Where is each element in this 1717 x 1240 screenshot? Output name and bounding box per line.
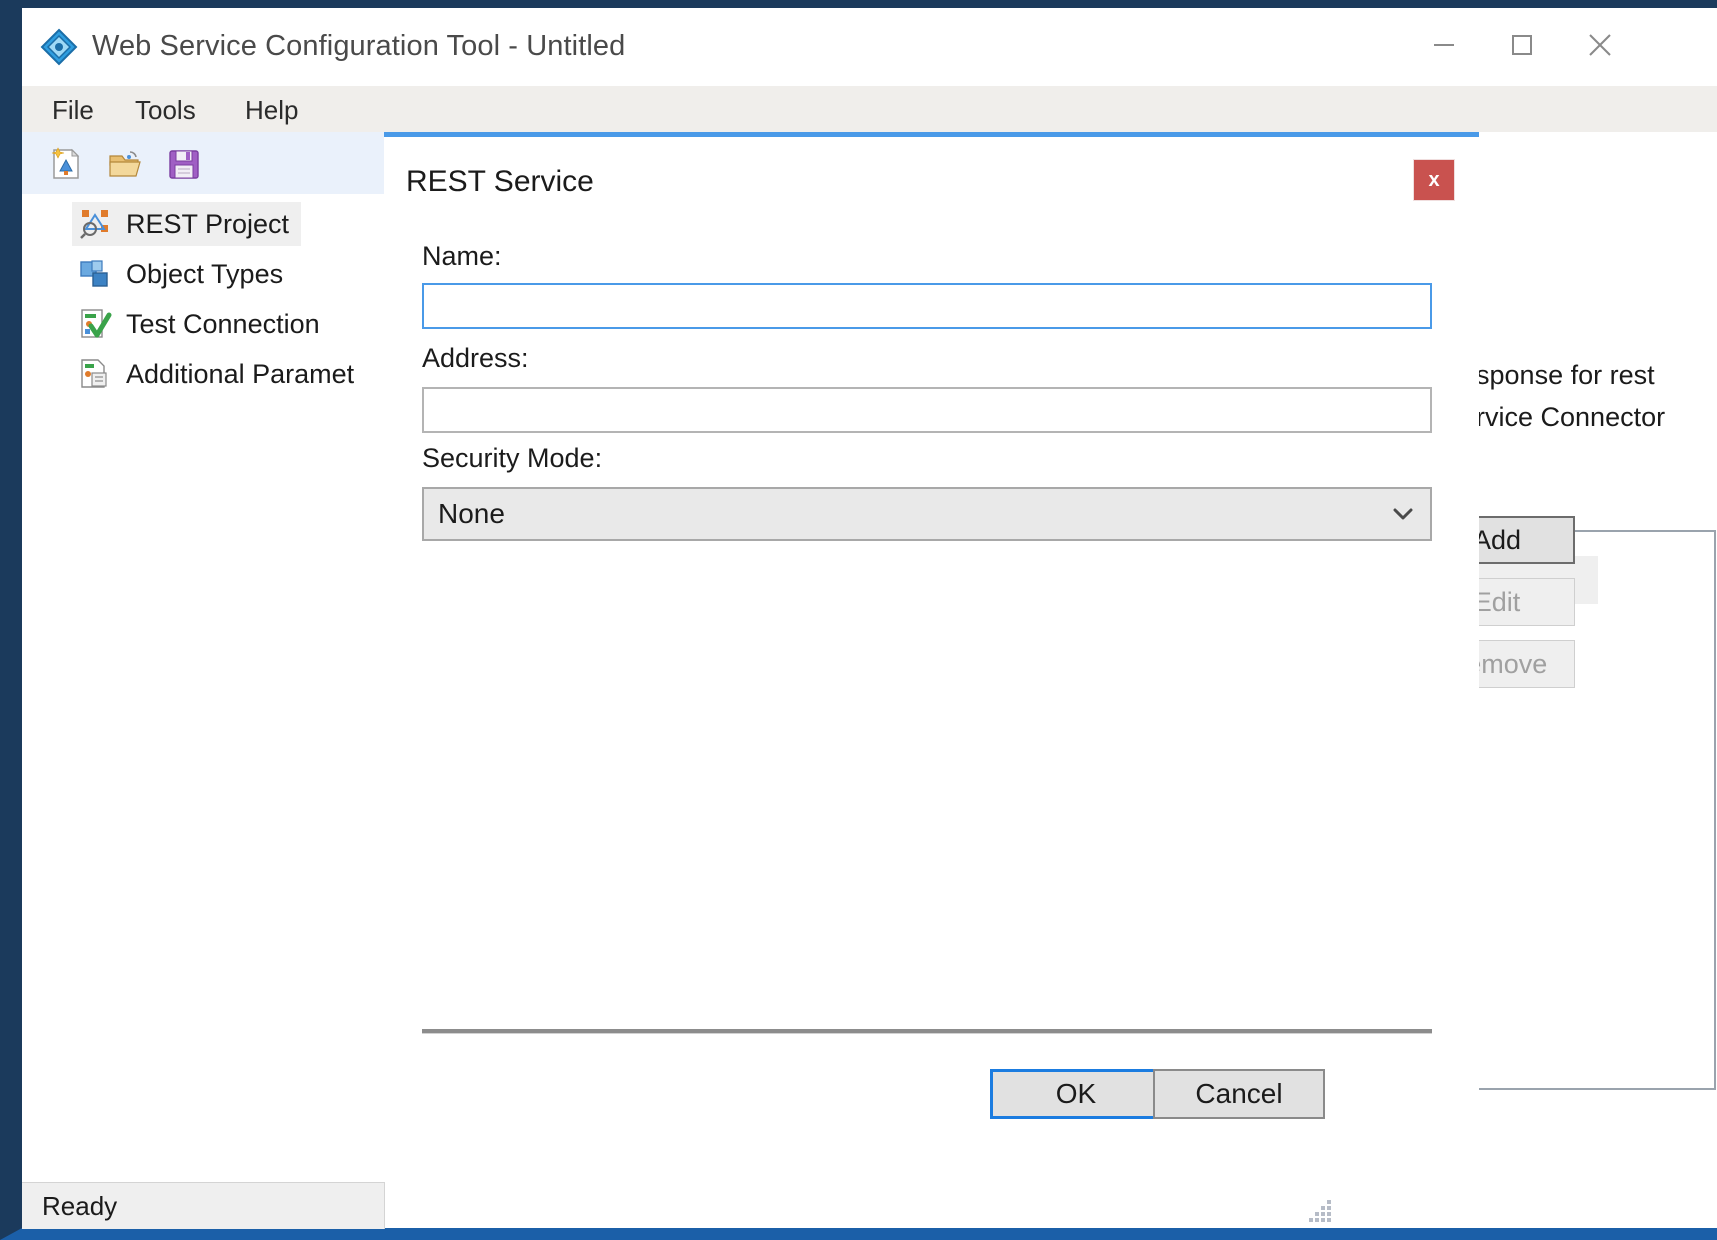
security-mode-select[interactable]: None xyxy=(422,487,1432,541)
object-types-icon xyxy=(78,257,112,291)
dialog-separator xyxy=(422,1029,1432,1034)
status-bar: Ready xyxy=(22,1182,1717,1229)
save-floppy-icon xyxy=(164,150,204,188)
sidebar-item-rest-project[interactable]: REST Project xyxy=(72,202,302,246)
rest-service-dialog: REST Service x Name: Address: Security M… xyxy=(384,132,1479,1212)
sidebar-tree: REST Project Object Types Test Connectio… xyxy=(22,194,384,1202)
additional-parameters-icon xyxy=(78,357,112,391)
title-bar: Web Service Configuration Tool - Untitle… xyxy=(22,8,1717,87)
minimize-icon xyxy=(1431,32,1457,63)
resize-grip[interactable] xyxy=(1309,1198,1335,1224)
menu-bar: File Tools Help xyxy=(22,86,1717,132)
background-description: esponse for rest ervice Connector xyxy=(1461,354,1717,438)
sidebar-item-label: Additional Paramet xyxy=(126,358,355,389)
menu-item-tools[interactable]: Tools xyxy=(127,93,204,128)
dialog-title: REST Service xyxy=(406,165,594,198)
sidebar-item-label: Object Types xyxy=(126,258,284,289)
menu-item-help[interactable]: Help xyxy=(237,93,306,128)
status-panel: Ready xyxy=(22,1182,385,1229)
sidebar-item-additional-parameters[interactable]: Additional Paramet xyxy=(72,352,366,396)
sidebar-item-test-connection[interactable]: Test Connection xyxy=(72,302,332,346)
name-label: Name: xyxy=(422,241,502,271)
address-input[interactable] xyxy=(422,387,1432,433)
maximize-icon xyxy=(1509,32,1535,63)
sidebar-item-object-types[interactable]: Object Types xyxy=(72,252,295,296)
address-label: Address: xyxy=(422,343,529,373)
minimize-button[interactable] xyxy=(1405,8,1483,86)
close-icon xyxy=(1585,30,1615,65)
new-project-icon xyxy=(46,147,86,188)
security-mode-label: Security Mode: xyxy=(422,443,603,473)
name-input[interactable] xyxy=(422,283,1432,329)
background-description-line2: ervice Connector xyxy=(1461,402,1666,432)
dialog-close-button[interactable]: x xyxy=(1413,159,1455,201)
new-project-button[interactable] xyxy=(46,144,86,184)
chevron-down-icon xyxy=(1392,506,1414,522)
rest-project-icon xyxy=(78,207,112,241)
app-diamond-icon xyxy=(38,26,80,68)
open-project-button[interactable] xyxy=(106,144,146,184)
sidebar-item-label: Test Connection xyxy=(126,308,320,339)
window-close-button[interactable] xyxy=(1561,8,1639,86)
security-mode-value: None xyxy=(438,498,505,529)
background-description-line1: esponse for rest xyxy=(1461,360,1655,390)
maximize-button[interactable] xyxy=(1483,8,1561,86)
open-folder-icon xyxy=(106,151,146,188)
sidebar-item-label: REST Project xyxy=(126,208,290,239)
cancel-button[interactable]: Cancel xyxy=(1153,1069,1325,1119)
test-connection-icon xyxy=(78,307,112,341)
status-text: Ready xyxy=(42,1191,118,1221)
application-window: Web Service Configuration Tool - Untitle… xyxy=(0,0,1717,1240)
save-project-button[interactable] xyxy=(164,144,204,184)
menu-item-file[interactable]: File xyxy=(44,93,102,128)
ok-button[interactable]: OK xyxy=(990,1069,1162,1119)
window-title: Web Service Configuration Tool - Untitle… xyxy=(92,30,626,62)
